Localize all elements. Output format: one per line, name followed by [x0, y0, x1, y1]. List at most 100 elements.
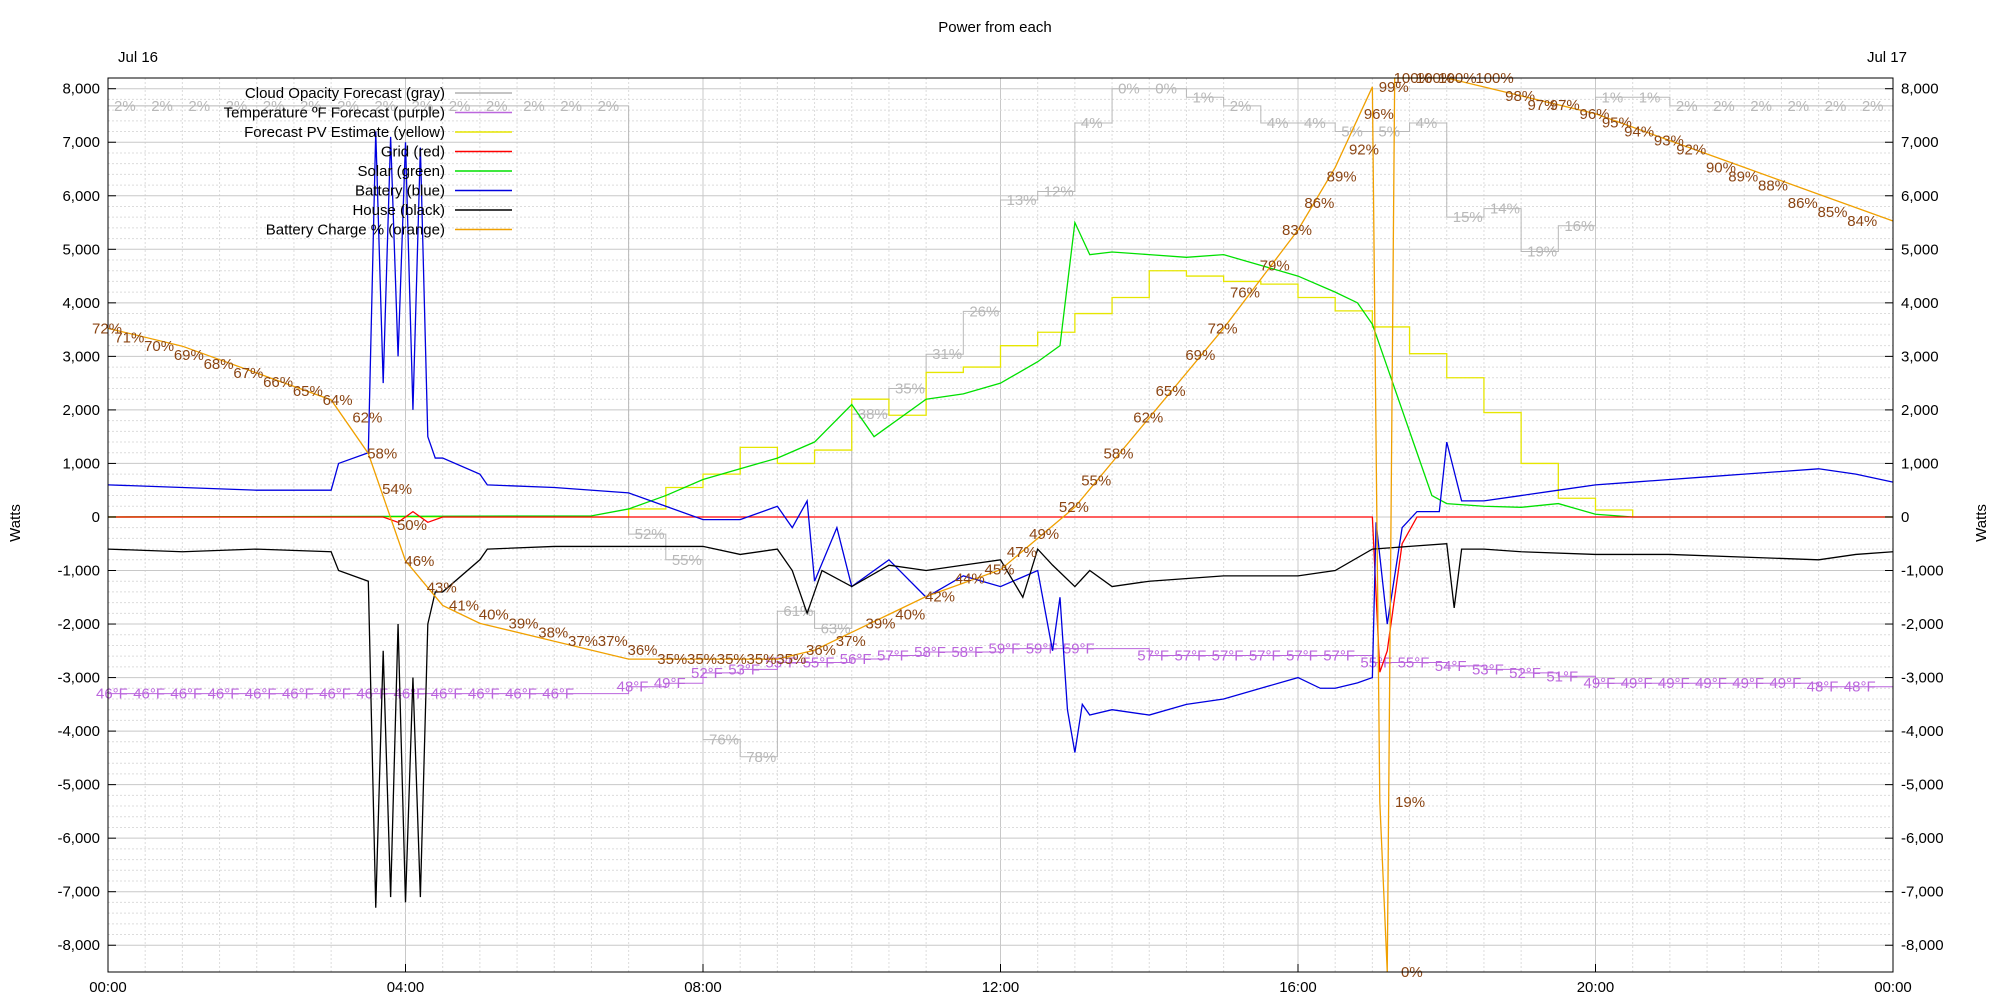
legend-item-label: Battery Charge % (orange): [266, 222, 445, 239]
battery-pct-label: 19%: [1395, 794, 1425, 811]
battery-pct-label: 37%: [568, 633, 598, 650]
battery-pct-label: 58%: [367, 445, 397, 462]
battery-pct-label: 89%: [1327, 168, 1357, 185]
y-tick-label-right: 2,000: [1901, 402, 1939, 419]
date-label-end: Jul 17: [1867, 49, 1907, 66]
battery-pct-label: 67%: [233, 365, 263, 382]
battery-pct-label: 36%: [628, 642, 658, 659]
battery-pct-label: 52%: [1059, 499, 1089, 516]
y-tick-label-left: -7,000: [57, 884, 100, 901]
battery-pct-label: 42%: [925, 589, 955, 606]
battery-pct-label: 83%: [1282, 222, 1312, 239]
y-tick-label-right: -4,000: [1901, 723, 1944, 740]
battery-pct-label: 35%: [747, 651, 777, 668]
battery-pct-label: 70%: [144, 338, 174, 355]
y-tick-label-left: -8,000: [57, 937, 100, 954]
battery-pct-label: 64%: [323, 392, 353, 409]
y-tick-label-left: -3,000: [57, 670, 100, 687]
y-tick-label-right: 4,000: [1901, 295, 1939, 312]
battery-pct-label: 68%: [204, 356, 234, 373]
battery-pct-label: 35%: [657, 651, 687, 668]
y-tick-label-right: -2,000: [1901, 616, 1944, 633]
battery-pct-label: 40%: [479, 606, 509, 623]
x-tick-label: 08:00: [684, 979, 722, 996]
y-tick-label-right: -6,000: [1901, 830, 1944, 847]
battery-pct-label: 62%: [352, 410, 382, 427]
legend-item-label: Temperature ºF Forecast (purple): [224, 105, 445, 122]
legend-item-label: Forecast PV Estimate (yellow): [244, 124, 445, 141]
battery-pct-label: 47%: [1007, 544, 1037, 561]
y-tick-label-right: -8,000: [1901, 937, 1944, 954]
battery-pct-label: 35%: [776, 651, 806, 668]
battery-pct-label: 76%: [1230, 285, 1260, 302]
battery-pct-label: 37%: [836, 633, 866, 650]
x-tick-label: 00:00: [89, 979, 127, 996]
y-tick-label-right: -5,000: [1901, 777, 1944, 794]
battery-pct-label: 37%: [598, 633, 628, 650]
battery-pct-label: 40%: [895, 606, 925, 623]
battery-pct-label: 89%: [1728, 168, 1758, 185]
battery-pct-label: 36%: [806, 642, 836, 659]
y-tick-label-right: 6,000: [1901, 188, 1939, 205]
battery-pct-label: 62%: [1133, 410, 1163, 427]
y-tick-label-left: 1,000: [62, 455, 100, 472]
y-tick-label-left: 7,000: [62, 134, 100, 151]
y-tick-label-right: -1,000: [1901, 563, 1944, 580]
battery-pct-label: 46%: [404, 553, 434, 570]
x-tick-label: 12:00: [982, 979, 1020, 996]
battery-pct-label: 92%: [1349, 142, 1379, 159]
battery-pct-label: 69%: [1185, 347, 1215, 364]
chart-title: Power from each: [938, 19, 1051, 36]
y-axis-title-left: Watts: [7, 504, 24, 542]
cloud-opacity-label: 19%: [1527, 243, 1557, 260]
battery-pct-label: 85%: [1818, 204, 1848, 221]
y-tick-label-left: 2,000: [62, 402, 100, 419]
battery-pct-label: 66%: [263, 374, 293, 391]
y-axis-title-right: Watts: [1973, 504, 1990, 542]
battery-pct-label: 92%: [1676, 142, 1706, 159]
x-tick-label: 04:00: [387, 979, 425, 996]
y-tick-label-right: 7,000: [1901, 134, 1939, 151]
battery-pct-label: 45%: [985, 562, 1015, 579]
battery-pct-label: 38%: [538, 624, 568, 641]
y-tick-label-left: -2,000: [57, 616, 100, 633]
y-tick-label-left: 8,000: [62, 81, 100, 98]
battery-pct-label: 55%: [1081, 472, 1111, 489]
legend-item-label: Battery (blue): [355, 183, 445, 200]
y-tick-label-left: -1,000: [57, 563, 100, 580]
battery-pct-label: 49%: [1029, 526, 1059, 543]
battery-pct-label: 41%: [449, 597, 479, 614]
y-tick-label-right: 8,000: [1901, 81, 1939, 98]
y-tick-label-left: -4,000: [57, 723, 100, 740]
chart: 2% 2% 2% 2% 2% 2% 2% 2% 2% 2% 2% 2% 2% 2%52%55%76%78%…: [0, 0, 2000, 1000]
battery-pct-label: 35%: [717, 651, 747, 668]
x-tick-label: 16:00: [1279, 979, 1317, 996]
y-tick-label-left: 3,000: [62, 348, 100, 365]
battery-pct-label: 65%: [1156, 383, 1186, 400]
battery-pct-label: 97%: [1550, 97, 1580, 114]
y-tick-label-left: -5,000: [57, 777, 100, 794]
battery-pct-label: 94%: [1624, 124, 1654, 141]
y-tick-label-left: -6,000: [57, 830, 100, 847]
y-tick-label-left: 6,000: [62, 188, 100, 205]
battery-pct-label: 84%: [1847, 213, 1877, 230]
y-tick-label-right: 1,000: [1901, 455, 1939, 472]
y-tick-label-right: 5,000: [1901, 241, 1939, 258]
battery-pct-label: 58%: [1104, 445, 1134, 462]
battery-pct-label: 71%: [114, 329, 144, 346]
date-label-start: Jul 16: [118, 49, 158, 66]
battery-pct-label: 88%: [1758, 177, 1788, 194]
battery-pct-label: 69%: [174, 347, 204, 364]
battery-pct-label: 96%: [1364, 106, 1394, 123]
x-tick-label: 00:00: [1874, 979, 1912, 996]
battery-pct-label: 50%: [397, 517, 427, 534]
y-tick-label-right: 3,000: [1901, 348, 1939, 365]
battery-pct-label: 72%: [1208, 320, 1238, 337]
battery-pct-label: 65%: [293, 383, 323, 400]
legend-item-label: Cloud Opacity Forecast (gray): [245, 85, 445, 102]
battery-pct-label: 54%: [382, 481, 412, 498]
battery-pct-label: 86%: [1304, 195, 1334, 212]
legend-item-label: House (black): [352, 202, 445, 219]
battery-pct-label: 35%: [687, 651, 717, 668]
y-tick-label-left: 4,000: [62, 295, 100, 312]
